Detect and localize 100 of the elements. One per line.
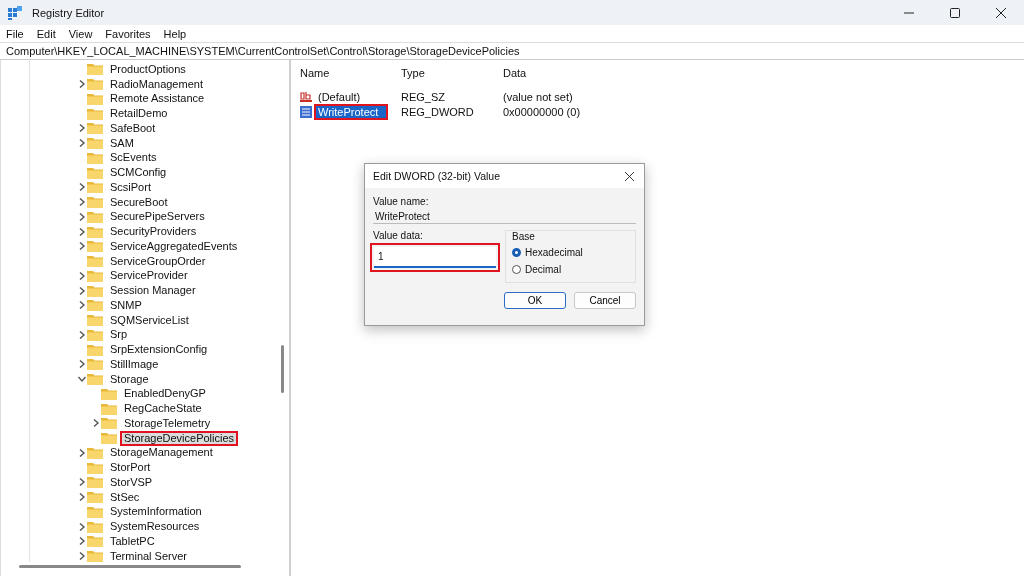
tree-item[interactable]: SecurePipeServers [106,209,209,225]
tree-item[interactable]: SQMServiceList [106,312,193,328]
column-header[interactable]: Data [503,66,527,79]
folder-icon [101,432,117,445]
tree-item[interactable]: SAM [106,135,138,151]
chevron-right-icon[interactable] [78,183,86,192]
folder-icon [87,166,103,179]
chevron-right-icon[interactable] [78,124,86,133]
tree-item[interactable]: TabletPC [106,533,159,549]
ok-button[interactable]: OK [504,292,566,309]
folder-icon [87,284,103,297]
value-type: REG_SZ [401,90,446,103]
window-title: Registry Editor [32,6,105,19]
chevron-right-icon[interactable] [78,448,86,457]
tree-item[interactable]: StorVSP [106,474,157,490]
chevron-right-icon[interactable] [78,493,86,502]
value-data-field[interactable]: 1 [374,247,496,268]
maximize-icon[interactable] [950,7,960,18]
chevron-right-icon[interactable] [78,227,86,236]
value-name-field[interactable]: WriteProtect [373,210,636,224]
folder-icon [87,535,103,548]
tree-item[interactable]: RegCacheState [120,401,206,417]
folder-icon [87,78,103,91]
tree-item[interactable]: RadioManagement [106,76,207,92]
value-name[interactable]: (Default) [314,88,365,105]
folder-icon [87,299,103,312]
radio-label[interactable]: Decimal [525,264,562,275]
radio-label[interactable]: Hexadecimal [525,247,583,258]
tree-item[interactable]: EnabledDenyGP [120,386,210,402]
chevron-right-icon[interactable] [78,301,86,310]
folder-icon [101,402,117,415]
chevron-right-icon[interactable] [78,360,86,369]
chevron-right-icon[interactable] [78,242,86,251]
tree-item[interactable]: StillImage [106,356,163,372]
folder-icon [87,107,103,120]
tree-item[interactable]: ScEvents [106,150,161,166]
tree-item[interactable]: Storage [106,371,153,387]
column-header[interactable]: Type [401,66,503,79]
chevron-right-icon[interactable] [78,80,86,89]
binary-value-icon [300,105,312,118]
chevron-down-icon[interactable] [78,375,86,384]
column-header[interactable]: Name [300,66,401,79]
folder-icon [101,417,117,430]
tree-item[interactable]: SecureBoot [106,194,172,210]
menu-item[interactable]: Help [163,27,187,40]
chevron-right-icon[interactable] [78,537,86,546]
menu-item[interactable]: File [6,27,24,40]
tree-item[interactable]: ServiceAggregatedEvents [106,238,242,254]
tree-item[interactable]: SrpExtensionConfig [106,342,212,358]
chevron-right-icon[interactable] [78,271,86,280]
tree-item[interactable]: SafeBoot [106,120,160,136]
chevron-right-icon[interactable] [78,198,86,207]
field-label: Value data: [373,230,424,242]
folder-icon [87,373,103,386]
address-bar[interactable]: Computer\HKEY_LOCAL_MACHINE\SYSTEM\CurrentControlSet\Control\Storage\StorageDevicePolicies [0,42,1024,60]
chevron-right-icon[interactable] [78,139,86,148]
folder-icon [87,196,103,209]
tree-item[interactable]: SystemResources [106,519,204,535]
tree-item[interactable]: Terminal Server [106,548,192,564]
tree-item[interactable]: Session Manager [106,283,200,299]
tree-item[interactable]: SecurityProviders [106,224,201,240]
tree-item[interactable]: SCMConfig [106,165,171,181]
folder-icon [87,461,103,474]
tree-item[interactable]: SNMP [106,297,146,313]
close-icon[interactable] [996,7,1006,18]
chevron-right-icon[interactable] [78,330,86,339]
folder-icon [87,122,103,135]
chevron-right-icon[interactable] [78,478,86,487]
chevron-right-icon[interactable] [78,522,86,531]
value-name[interactable]: WriteProtect [314,103,389,120]
tree-item[interactable]: ScsiPort [106,179,155,195]
chevron-right-icon[interactable] [78,552,86,561]
radio-button[interactable] [512,248,521,257]
folder-icon [87,151,103,164]
value-data: (value not set) [503,90,573,103]
folder-icon [87,92,103,105]
tree-item[interactable]: ServiceProvider [106,268,192,284]
tree-item[interactable]: SystemInformation [106,504,206,520]
close-icon[interactable] [625,171,634,181]
tree-item[interactable]: StorageDevicePolicies [120,430,239,446]
cancel-button[interactable]: Cancel [574,292,636,309]
tree-item[interactable]: ProductOptions [106,61,190,77]
tree-item[interactable]: StorageTelemetry [120,415,215,431]
tree-item[interactable]: RetailDemo [106,106,172,122]
radio-button[interactable] [512,265,521,274]
chevron-right-icon[interactable] [78,212,86,221]
chevron-right-icon[interactable] [78,286,86,295]
menu-item[interactable]: Favorites [105,27,151,40]
tree-item[interactable]: Remote Assistance [106,91,209,107]
horizontal-scrollbar-thumb[interactable] [19,565,241,568]
tree-item[interactable]: StorPort [106,460,155,476]
tree-item[interactable]: ServiceGroupOrder [106,253,210,269]
menu-item[interactable]: Edit [36,27,56,40]
field-label: Value name: [373,196,430,208]
menu-item[interactable]: View [68,27,93,40]
tree-item[interactable]: StSec [106,489,144,505]
tree-item[interactable]: Srp [106,327,132,343]
chevron-right-icon[interactable] [92,419,100,428]
vertical-scrollbar-thumb[interactable] [281,345,284,393]
tree-item[interactable]: StorageManagement [106,445,217,461]
